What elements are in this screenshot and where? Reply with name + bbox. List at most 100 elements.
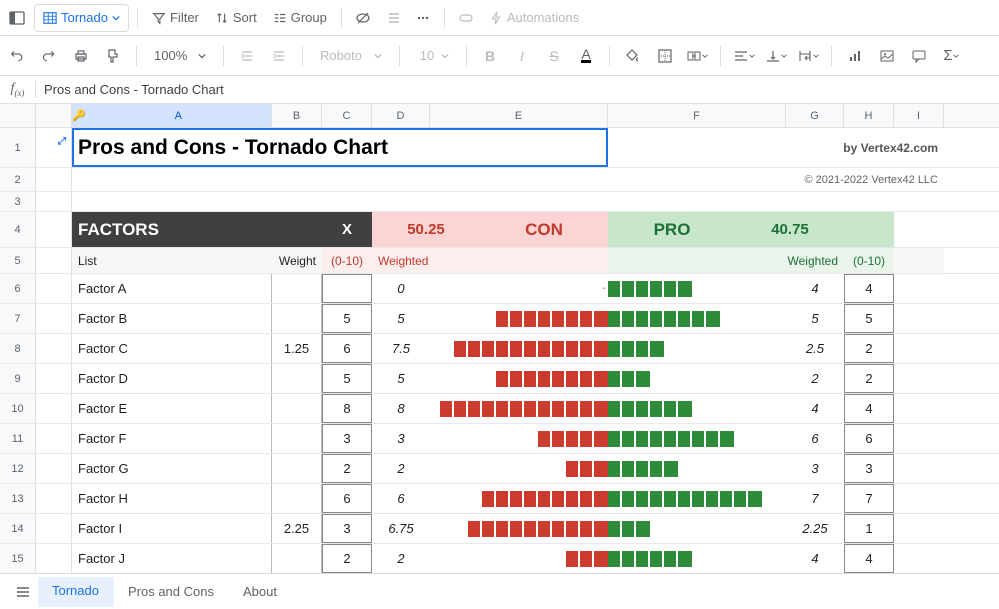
cell-pro-raw[interactable]: 4 xyxy=(844,544,894,573)
cell-con-bar[interactable] xyxy=(430,394,608,423)
cell-pro-bar[interactable] xyxy=(608,304,786,333)
zoom-dropdown[interactable]: 100% xyxy=(147,43,213,69)
row-header-9[interactable]: 9 xyxy=(0,364,36,393)
cell-pro-bar[interactable] xyxy=(608,274,786,303)
fill-color-icon[interactable] xyxy=(620,43,646,69)
cell-weight[interactable] xyxy=(272,484,322,513)
row-header-2[interactable]: 2 xyxy=(0,168,36,191)
cell-con-raw[interactable]: 2 xyxy=(322,544,372,573)
cell-weight[interactable] xyxy=(272,424,322,453)
cell-con-raw[interactable]: 2 xyxy=(322,454,372,483)
row-header-3[interactable]: 3 xyxy=(0,192,36,211)
side-panel-toggle-icon[interactable] xyxy=(4,5,30,31)
cell-con-bar[interactable] xyxy=(430,304,608,333)
cell-title[interactable]: Pros and Cons - Tornado Chart xyxy=(72,128,608,167)
cell-weight[interactable]: 2.25 xyxy=(272,514,322,543)
cell-pro-weighted[interactable]: 2 xyxy=(786,364,844,393)
subhdr-list[interactable]: List xyxy=(72,248,272,273)
cell-pro-raw[interactable]: 1 xyxy=(844,514,894,543)
cell-factor-name[interactable]: Factor B xyxy=(72,304,272,333)
band-pro[interactable]: PRO xyxy=(608,212,736,247)
cell-weight[interactable] xyxy=(272,454,322,483)
subhdr-pro-range[interactable]: (0-10) xyxy=(844,248,894,273)
row-header-10[interactable]: 10 xyxy=(0,394,36,423)
band-x[interactable]: X xyxy=(322,212,372,247)
cell-pro-bar[interactable] xyxy=(608,334,786,363)
borders-icon[interactable] xyxy=(652,43,678,69)
formula-content[interactable]: Pros and Cons - Tornado Chart xyxy=(36,82,999,97)
cell-pro-bar[interactable] xyxy=(608,394,786,423)
col-header-H[interactable]: H xyxy=(844,104,894,127)
cell-con-raw[interactable]: 5 xyxy=(322,304,372,333)
cell-con-weighted[interactable]: 8 xyxy=(372,394,430,423)
cell-con-bar[interactable] xyxy=(430,454,608,483)
col-header-B[interactable]: B xyxy=(272,104,322,127)
cell-pro-bar[interactable] xyxy=(608,544,786,573)
cell-pro-weighted[interactable]: 4 xyxy=(786,544,844,573)
col-header-E[interactable]: E xyxy=(430,104,608,127)
more-icon[interactable] xyxy=(410,5,436,31)
cell-con-raw[interactable]: 8 xyxy=(322,394,372,423)
cell-con-raw[interactable]: 6 xyxy=(322,484,372,513)
col-header-F[interactable]: F xyxy=(608,104,786,127)
cell-pro-raw[interactable]: 7 xyxy=(844,484,894,513)
paint-format-icon[interactable] xyxy=(100,43,126,69)
cell-pro-raw[interactable]: 5 xyxy=(844,304,894,333)
col-header-A[interactable]: 🔑A xyxy=(72,104,272,127)
cell-con-bar[interactable] xyxy=(430,364,608,393)
row-header-1[interactable]: 1 xyxy=(0,128,36,167)
col-header-D[interactable]: D xyxy=(372,104,430,127)
cell-copyright[interactable]: © 2021-2022 Vertex42 LLC xyxy=(608,168,944,191)
band-con-total[interactable]: 50.25 xyxy=(372,212,480,247)
cell-con-weighted[interactable]: 5 xyxy=(372,364,430,393)
row-header-14[interactable]: 14 xyxy=(0,514,36,543)
cell-con-raw[interactable]: 3 xyxy=(322,424,372,453)
cell-con-weighted[interactable]: 2 xyxy=(372,544,430,573)
halign-icon[interactable] xyxy=(731,43,757,69)
insert-comment-icon[interactable] xyxy=(906,43,932,69)
col-header-I[interactable]: I xyxy=(894,104,944,127)
text-color-icon[interactable]: A xyxy=(573,43,599,69)
cell-con-raw[interactable]: 5 xyxy=(322,364,372,393)
cell-factor-name[interactable]: Factor I xyxy=(72,514,272,543)
cell-con-bar[interactable] xyxy=(430,484,608,513)
cell-con-weighted[interactable]: 6.75 xyxy=(372,514,430,543)
cell-factor-name[interactable]: Factor A xyxy=(72,274,272,303)
cell-pro-raw[interactable]: 2 xyxy=(844,334,894,363)
fx-icon[interactable]: f(x) xyxy=(0,81,36,98)
redo-icon[interactable] xyxy=(36,43,62,69)
col-header-C[interactable]: C xyxy=(322,104,372,127)
cell-pro-weighted[interactable]: 6 xyxy=(786,424,844,453)
subhdr-con-weighted[interactable]: Weighted xyxy=(372,248,430,273)
hide-icon[interactable] xyxy=(350,5,376,31)
cell-con-weighted[interactable]: 6 xyxy=(372,484,430,513)
row-header-12[interactable]: 12 xyxy=(0,454,36,483)
filter-button[interactable]: Filter xyxy=(146,10,205,25)
cell-pro-weighted[interactable]: 3 xyxy=(786,454,844,483)
band-con[interactable]: CON xyxy=(480,212,608,247)
cell-pro-weighted[interactable]: 4 xyxy=(786,394,844,423)
row-header-8[interactable]: 8 xyxy=(0,334,36,363)
cell-con-bar[interactable] xyxy=(430,424,608,453)
subhdr-con-range[interactable]: (0-10) xyxy=(322,248,372,273)
cell-factor-name[interactable]: Factor E xyxy=(72,394,272,423)
row-header-6[interactable]: 6 xyxy=(0,274,36,303)
cell-pro-weighted[interactable]: 5 xyxy=(786,304,844,333)
cell-con-bar[interactable]: - xyxy=(430,274,608,303)
cell-weight[interactable] xyxy=(272,274,322,303)
sheet-tab-about[interactable]: About xyxy=(229,577,292,607)
cell-weight[interactable] xyxy=(272,304,322,333)
cell-pro-bar[interactable] xyxy=(608,454,786,483)
print-icon[interactable] xyxy=(68,43,94,69)
cell-factor-name[interactable]: Factor J xyxy=(72,544,272,573)
cell-pro-weighted[interactable]: 7 xyxy=(786,484,844,513)
cell-weight[interactable] xyxy=(272,364,322,393)
functions-icon[interactable]: Σ xyxy=(938,43,964,69)
cell-pro-bar[interactable] xyxy=(608,514,786,543)
sort-button[interactable]: Sort xyxy=(209,10,263,25)
cell-pro-bar[interactable] xyxy=(608,364,786,393)
col-header-G[interactable]: G xyxy=(786,104,844,127)
sheet-tab-pros-cons[interactable]: Pros and Cons xyxy=(114,577,229,607)
table-view-chip[interactable]: Tornado xyxy=(34,4,129,32)
row-header-11[interactable]: 11 xyxy=(0,424,36,453)
